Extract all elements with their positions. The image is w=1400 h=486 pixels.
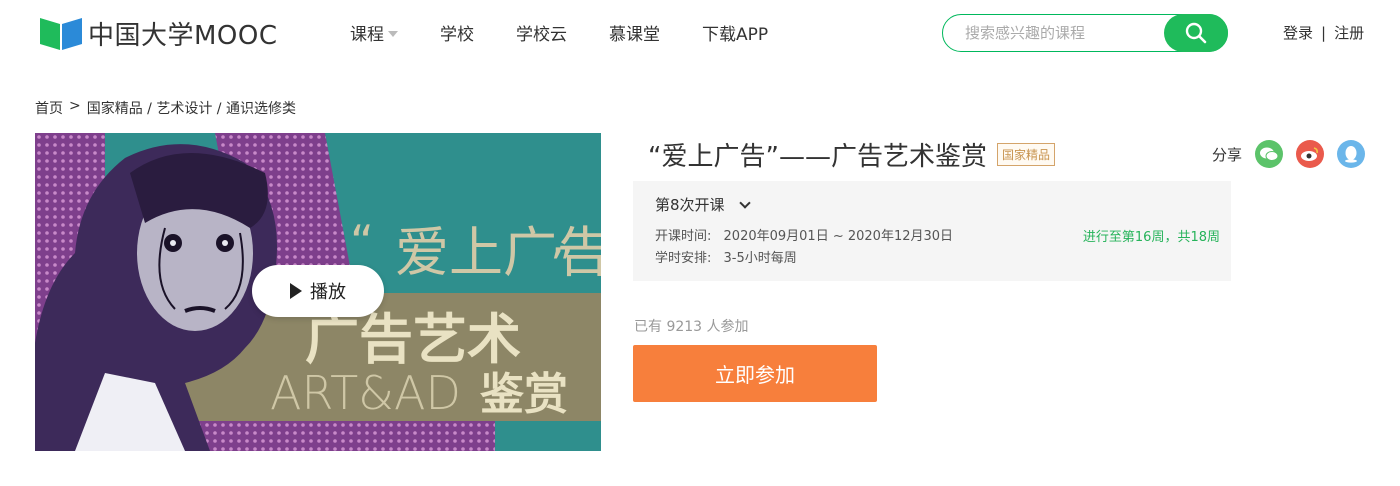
main-nav: 课程 学校 学校云 慕课堂 下载APP xyxy=(350,20,810,45)
cover-headline-end: 鉴赏 xyxy=(479,369,568,420)
nav-item-download-app[interactable]: 下载APP xyxy=(702,20,768,45)
chevron-down-icon xyxy=(738,196,751,209)
hours-label: 学时安排: xyxy=(655,251,712,266)
play-label: 播放 xyxy=(310,282,346,303)
nav-item-schools[interactable]: 学校 xyxy=(440,20,474,45)
nav-item-courses[interactable]: 课程 xyxy=(350,20,398,45)
breadcrumb: 首页 > 国家精品 / 艺术设计 / 通识选修类 xyxy=(35,98,302,118)
breadcrumb-arrow: > xyxy=(69,98,81,114)
nav-label: 学校云 xyxy=(516,25,567,45)
auth-separator: | xyxy=(1321,23,1327,42)
register-link[interactable]: 注册 xyxy=(1334,22,1364,43)
nav-label: 学校 xyxy=(440,25,474,45)
dates-label: 开课时间: xyxy=(655,229,712,244)
course-progress-text: 进行至第16周，共18周 xyxy=(1082,230,1220,245)
cover-quote-close: ” xyxy=(550,238,574,292)
wechat-icon[interactable] xyxy=(1255,140,1284,168)
course-title: “爱上广告”——广告艺术鉴赏 xyxy=(648,142,987,172)
share-label: 分享 xyxy=(1212,145,1243,164)
nav-label: 课程 xyxy=(350,25,384,45)
course-title-row: “爱上广告”——广告艺术鉴赏 国家精品 xyxy=(648,136,1055,173)
cover-headline-en: ART&AD xyxy=(270,366,461,420)
breadcrumb-path[interactable]: 国家精品 / 艺术设计 / 通识选修类 xyxy=(87,98,296,118)
nav-label: 下载APP xyxy=(702,25,769,45)
term-selector[interactable]: 第8次开课 xyxy=(655,194,751,215)
nav-item-school-cloud[interactable]: 学校云 xyxy=(516,20,567,45)
search-button[interactable] xyxy=(1164,14,1228,52)
nav-label: 慕课堂 xyxy=(609,25,660,45)
join-course-button[interactable]: 立即参加 xyxy=(633,345,877,402)
search-icon xyxy=(1185,22,1207,44)
logo-text: 中国大学MOOC xyxy=(88,20,278,51)
play-icon xyxy=(290,283,302,299)
enrollment-count: 已有 9213 人参加 xyxy=(634,319,749,335)
site-logo[interactable]: 中国大学MOOC xyxy=(38,14,278,52)
term-label: 第8次开课 xyxy=(655,196,725,214)
mooc-logo-icon xyxy=(38,14,84,52)
national-quality-badge: 国家精品 xyxy=(996,143,1055,166)
top-navigation-bar: 中国大学MOOC 课程 学校 学校云 慕课堂 下载APP 登录 | xyxy=(0,0,1400,66)
study-hours-row: 学时安排: 3-5小时每周 xyxy=(655,247,797,266)
cover-quote-open: “ xyxy=(350,215,374,269)
course-dates-row: 开课时间: 2020年09月01日 ~ 2020年12月30日 xyxy=(655,225,953,244)
login-link[interactable]: 登录 xyxy=(1283,22,1313,43)
nav-item-mooc-classroom[interactable]: 慕课堂 xyxy=(609,20,660,45)
dates-value: 2020年09月01日 ~ 2020年12月30日 xyxy=(723,229,954,244)
search-box xyxy=(942,14,1228,52)
search-input[interactable] xyxy=(965,23,1155,43)
play-button[interactable]: 播放 xyxy=(252,265,384,317)
term-info-panel: 第8次开课 开课时间: 2020年09月01日 ~ 2020年12月30日 学时… xyxy=(633,181,1231,281)
auth-links: 登录 | 注册 xyxy=(1283,22,1364,43)
caret-down-icon xyxy=(388,30,398,37)
breadcrumb-home[interactable]: 首页 xyxy=(35,98,63,118)
qq-icon[interactable] xyxy=(1337,140,1366,168)
share-bar: 分享 xyxy=(1212,140,1366,168)
cover-headline-main: 广告艺术 xyxy=(305,308,521,371)
weibo-icon[interactable] xyxy=(1296,140,1325,168)
hours-value: 3-5小时每周 xyxy=(723,251,797,266)
